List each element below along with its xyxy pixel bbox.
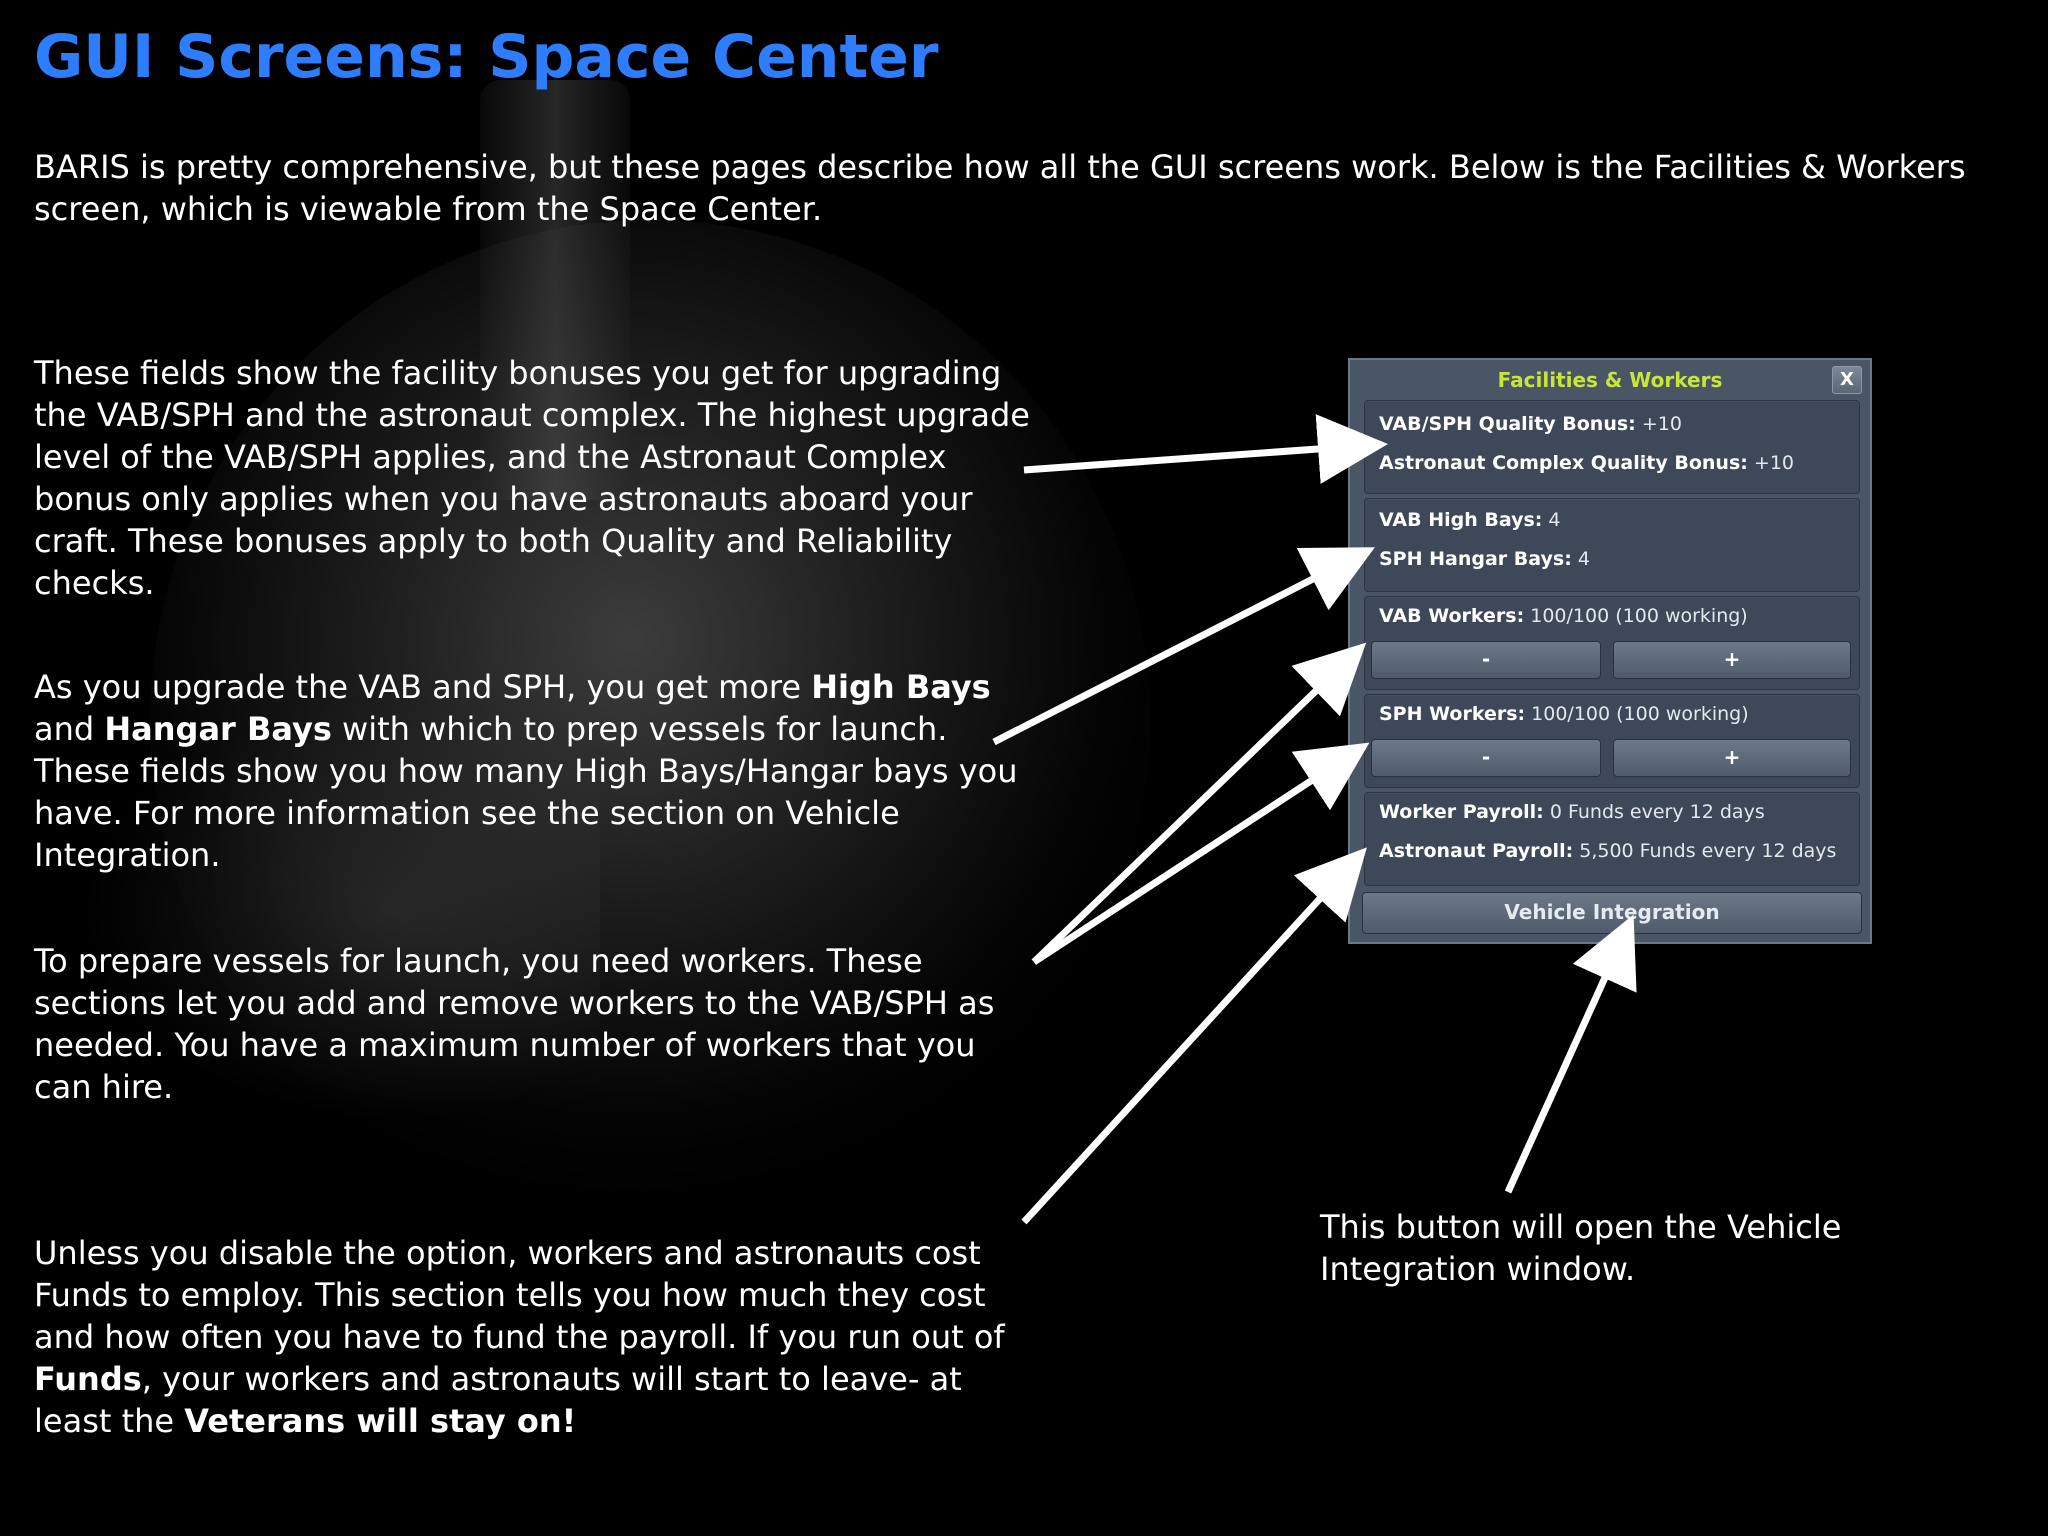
sph-workers-minus-button[interactable]: -	[1371, 739, 1601, 777]
payroll-section: Worker Payroll: 0 Funds every 12 days As…	[1364, 792, 1860, 886]
high-bays-value: 4	[1542, 509, 1561, 531]
facilities-workers-window: Facilities & Workers X VAB/SPH Quality B…	[1348, 358, 1872, 944]
bays-text-2: and	[34, 710, 105, 748]
vab-quality-label: VAB/SPH Quality Bonus:	[1379, 413, 1636, 435]
vab-workers-plus-button[interactable]: +	[1613, 641, 1851, 679]
sph-workers-section: SPH Workers: 100/100 (100 working) - +	[1364, 694, 1860, 788]
high-bays-label: VAB High Bays:	[1379, 509, 1543, 531]
vab-quality-value: +10	[1635, 413, 1682, 435]
bays-description: As you upgrade the VAB and SPH, you get …	[34, 666, 1034, 876]
vehicle-integration-description: This button will open the Vehicle Integr…	[1320, 1208, 1842, 1288]
vab-workers-minus-button[interactable]: -	[1371, 641, 1601, 679]
page-title: GUI Screens: Space Center	[34, 22, 939, 92]
payroll-description: Unless you disable the option, workers a…	[34, 1232, 1044, 1442]
bays-text-1: As you upgrade the VAB and SPH, you get …	[34, 668, 812, 706]
worker-payroll-value: 0 Funds every 12 days	[1543, 801, 1765, 823]
bays-text-hangar-bays: Hangar Bays	[104, 710, 332, 748]
hangar-bays-row: SPH Hangar Bays: 4	[1379, 548, 1590, 570]
vab-workers-section: VAB Workers: 100/100 (100 working) - +	[1364, 596, 1860, 690]
worker-payroll-label: Worker Payroll:	[1379, 801, 1544, 823]
sph-workers-row: SPH Workers: 100/100 (100 working)	[1379, 703, 1749, 725]
payroll-text-1: Unless you disable the option, workers a…	[34, 1234, 1005, 1356]
astro-payroll-value: 5,500 Funds every 12 days	[1573, 840, 1837, 862]
window-title: Facilities & Workers	[1497, 368, 1723, 392]
astro-payroll-label: Astronaut Payroll:	[1379, 840, 1574, 862]
hangar-bays-value: 4	[1571, 548, 1590, 570]
close-button[interactable]: X	[1832, 366, 1862, 394]
vab-workers-label: VAB Workers:	[1379, 605, 1525, 627]
sph-workers-value: 100/100 (100 working)	[1525, 703, 1749, 725]
astro-quality-label: Astronaut Complex Quality Bonus:	[1379, 452, 1748, 474]
workers-description: To prepare vessels for launch, you need …	[34, 942, 995, 1106]
intro-text: BARIS is pretty comprehensive, but these…	[34, 148, 1966, 228]
vab-workers-value: 100/100 (100 working)	[1524, 605, 1748, 627]
astro-payroll-row: Astronaut Payroll: 5,500 Funds every 12 …	[1379, 840, 1836, 862]
quality-bonus-description: These fields show the facility bonuses y…	[34, 354, 1030, 602]
quality-bonus-section: VAB/SPH Quality Bonus: +10 Astronaut Com…	[1364, 400, 1860, 494]
worker-payroll-row: Worker Payroll: 0 Funds every 12 days	[1379, 801, 1765, 823]
sph-workers-label: SPH Workers:	[1379, 703, 1526, 725]
hangar-bays-label: SPH Hangar Bays:	[1379, 548, 1572, 570]
vab-quality-row: VAB/SPH Quality Bonus: +10	[1379, 413, 1682, 435]
bays-section: VAB High Bays: 4 SPH Hangar Bays: 4	[1364, 498, 1860, 592]
bays-text-high-bays: High Bays	[811, 668, 991, 706]
payroll-text-veterans: Veterans will stay on!	[184, 1402, 577, 1440]
sph-workers-plus-button[interactable]: +	[1613, 739, 1851, 777]
vab-workers-row: VAB Workers: 100/100 (100 working)	[1379, 605, 1748, 627]
vehicle-integration-button[interactable]: Vehicle Integration	[1362, 892, 1862, 934]
payroll-text-funds: Funds	[34, 1360, 142, 1398]
arrow-vehicle-integration	[1504, 914, 1637, 1194]
astro-quality-row: Astronaut Complex Quality Bonus: +10	[1379, 452, 1794, 474]
astro-quality-value: +10	[1747, 452, 1794, 474]
high-bays-row: VAB High Bays: 4	[1379, 509, 1561, 531]
